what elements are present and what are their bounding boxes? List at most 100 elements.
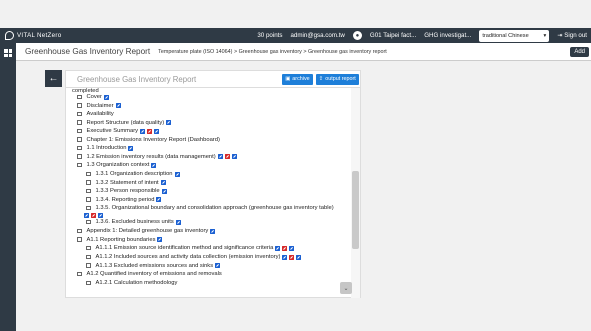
section-checkbox[interactable] [86, 280, 91, 286]
save-icon: ▣ [285, 76, 291, 82]
section-checkbox[interactable] [77, 103, 82, 108]
section-label: A1.1.3 Excluded emissions sources and si… [95, 262, 214, 269]
section-checkbox[interactable] [86, 219, 91, 225]
list-item[interactable]: A1.1.1 Emission source identification me… [86, 245, 295, 251]
edit-icon[interactable] [128, 145, 134, 151]
user-avatar-icon[interactable]: ● [352, 31, 362, 40]
list-item[interactable]: 1.3.5. Organizational boundary and conso… [84, 205, 334, 218]
edit-icon[interactable] [296, 254, 302, 260]
edit-icon[interactable] [154, 128, 160, 134]
section-checkbox[interactable] [77, 145, 82, 151]
section-checkbox[interactable] [86, 188, 91, 194]
edit-icon[interactable] [174, 171, 180, 177]
edit-icon[interactable] [156, 197, 162, 202]
section-checkbox[interactable] [77, 137, 82, 142]
brand[interactable]: VITAL NetZero [5, 31, 61, 40]
language-value: traditional Chinese [482, 32, 529, 39]
list-item[interactable]: Chapter 1: Emissions Inventory Report (D… [77, 137, 220, 143]
section-checkbox[interactable] [77, 128, 82, 134]
top-navigation-bar: VITAL NetZero 30 points admin@gsa.com.tw… [0, 28, 591, 43]
edit-red-icon[interactable] [224, 154, 230, 159]
archive-button[interactable]: ▣ archive [282, 73, 313, 85]
edit-icon[interactable] [115, 103, 121, 108]
section-checkbox[interactable] [86, 263, 91, 268]
section-checkbox[interactable] [77, 111, 82, 117]
logo-icon [5, 31, 14, 40]
list-item[interactable]: 1.3.3 Person responsible [86, 188, 167, 194]
grid-menu-icon[interactable] [4, 49, 12, 57]
section-checkbox[interactable] [77, 94, 82, 100]
list-item[interactable]: A1.1.2 Included sources and activity dat… [86, 254, 302, 260]
section-checkbox[interactable] [77, 162, 82, 168]
section-checkbox[interactable] [86, 180, 91, 185]
list-item[interactable]: 1.2 Emission inventory results (data man… [77, 154, 237, 160]
list-item[interactable]: Report Structure (data quality) [77, 120, 172, 126]
section-checkbox[interactable] [86, 171, 91, 177]
list-item[interactable]: A1.1.3 Excluded emissions sources and si… [86, 262, 221, 269]
list-item[interactable]: Appendix 1: Detailed greenhouse gas inve… [77, 228, 216, 234]
organization-selector[interactable]: G01 Taipei fact... [370, 32, 416, 39]
list-item[interactable]: Availability [77, 111, 114, 117]
list-item[interactable]: 1.3.6. Excluded business units [86, 219, 181, 225]
project-selector[interactable]: GHG investigat... [424, 32, 471, 39]
section-checkbox[interactable] [77, 237, 82, 242]
edit-icon[interactable] [282, 254, 288, 260]
edit-red-icon[interactable] [282, 245, 288, 251]
language-select[interactable]: traditional Chinese ▾ [479, 29, 550, 42]
list-item[interactable]: Executive Summary [77, 128, 160, 134]
list-item[interactable]: 1.3 Organization context [77, 162, 157, 168]
list-item[interactable]: Cover [77, 94, 109, 100]
edit-icon[interactable] [231, 154, 237, 159]
section-label: Appendix 1: Detailed greenhouse gas inve… [86, 228, 209, 234]
edit-icon[interactable] [166, 120, 172, 125]
list-item[interactable]: A1.2.1 Calculation methodology [86, 280, 177, 286]
section-checkbox[interactable] [77, 271, 82, 277]
section-label: Executive Summary [86, 128, 139, 134]
edit-icon[interactable] [103, 94, 109, 100]
edit-icon[interactable] [140, 128, 146, 134]
section-checkbox[interactable] [86, 205, 91, 211]
section-checkbox[interactable] [86, 254, 91, 260]
edit-icon[interactable] [151, 162, 157, 168]
list-item[interactable]: 1.1 Introduction [77, 145, 134, 151]
section-checkbox[interactable] [86, 197, 91, 202]
edit-red-icon[interactable] [289, 254, 295, 260]
add-button[interactable]: Add [570, 46, 589, 57]
edit-red-icon[interactable] [147, 128, 153, 134]
edit-icon[interactable] [210, 228, 216, 234]
sign-out-icon: ⇥ [557, 32, 563, 39]
list-item[interactable]: A1.1 Reporting boundaries [77, 237, 163, 243]
back-arrow-button[interactable]: ← [45, 70, 62, 87]
chevron-down-icon: ⌄ [343, 285, 349, 292]
report-section-list: completed Cover Disclaimer Availability Rep… [66, 88, 352, 298]
edit-icon[interactable] [160, 180, 166, 185]
edit-icon[interactable] [275, 245, 281, 251]
edit-icon[interactable] [215, 263, 221, 268]
edit-icon[interactable] [175, 219, 181, 225]
sign-out-button[interactable]: ⇥ Sign out [557, 32, 587, 39]
section-checkbox[interactable] [86, 245, 91, 251]
scrollbar[interactable] [351, 88, 360, 298]
list-item[interactable]: A1.2 Quantified inventory of emissions a… [77, 271, 222, 277]
output-report-label: output report [325, 76, 356, 82]
edit-icon[interactable] [289, 245, 295, 251]
section-checkbox[interactable] [77, 228, 82, 234]
chevron-down-icon: ▾ [543, 32, 547, 39]
edit-icon[interactable] [84, 213, 89, 218]
scroll-down-button[interactable]: ⌄ [340, 282, 352, 294]
breadcrumb[interactable]: Temperature plate (ISO 14064) > Greenhou… [158, 49, 387, 55]
list-item[interactable]: 1.3.1 Organization description [86, 171, 180, 177]
edit-icon[interactable] [98, 213, 103, 218]
output-report-button[interactable]: ⇪ output report [315, 73, 359, 85]
list-item[interactable]: 1.3.4. Reporting period [86, 197, 162, 203]
edit-icon[interactable] [161, 188, 167, 194]
edit-icon[interactable] [157, 237, 163, 242]
panel-title: Greenhouse Gas Inventory Report [77, 74, 197, 84]
list-item[interactable]: Disclaimer [77, 103, 121, 109]
section-checkbox[interactable] [77, 154, 82, 159]
edit-icon[interactable] [217, 154, 223, 159]
scrollbar-thumb[interactable] [352, 171, 359, 249]
edit-red-icon[interactable] [91, 213, 96, 218]
list-item[interactable]: 1.3.2 Statement of intent [86, 180, 166, 186]
section-checkbox[interactable] [77, 120, 82, 125]
